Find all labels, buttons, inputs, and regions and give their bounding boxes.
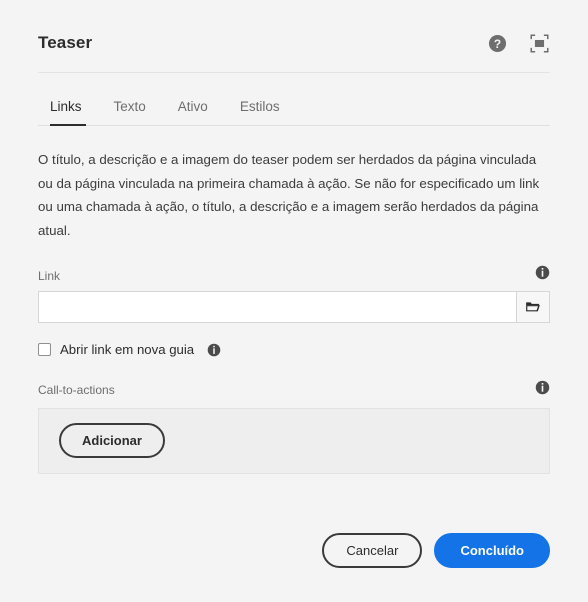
folder-icon[interactable]	[516, 291, 550, 324]
help-circle-icon[interactable]: ?	[486, 32, 508, 54]
page-title: Teaser	[38, 32, 93, 52]
confirm-button[interactable]: Concluído	[434, 533, 550, 568]
description-text: O título, a descrição e a imagem do teas…	[38, 152, 540, 238]
tab-estilos[interactable]: Estilos	[224, 89, 296, 125]
new-tab-checkbox-label[interactable]: Abrir link em nova guia	[60, 342, 194, 357]
info-circle-icon[interactable]	[534, 379, 550, 395]
new-tab-checkbox[interactable]	[38, 343, 51, 357]
link-input[interactable]	[38, 291, 516, 324]
call-to-actions-panel: Adicionar	[38, 407, 550, 474]
fullscreen-icon[interactable]	[528, 32, 550, 54]
cancel-button[interactable]: Cancelar	[322, 533, 423, 568]
tab-texto[interactable]: Texto	[98, 89, 162, 125]
link-input-row	[38, 291, 550, 324]
info-circle-icon[interactable]	[534, 265, 550, 281]
info-circle-icon[interactable]	[206, 342, 221, 357]
header-actions: ?	[486, 32, 550, 54]
tab-bar: Links Texto Ativo Estilos	[38, 73, 550, 126]
dialog-body: O título, a descrição e a imagem do teas…	[0, 126, 588, 533]
dialog-footer: Cancelar Concluído	[0, 533, 588, 602]
tab-links[interactable]: Links	[38, 89, 98, 126]
dialog-header: Teaser ?	[0, 0, 588, 54]
new-tab-checkbox-row: Abrir link em nova guia	[38, 342, 550, 357]
call-to-actions-group: Call-to-actions Adicionar	[38, 380, 550, 474]
link-field-label: Link	[38, 268, 61, 283]
call-to-actions-label: Call-to-actions	[38, 383, 115, 398]
link-field-group: Link	[38, 265, 550, 324]
tab-ativo[interactable]: Ativo	[162, 89, 224, 125]
svg-text:?: ?	[493, 36, 500, 50]
add-cta-button[interactable]: Adicionar	[59, 423, 165, 459]
teaser-dialog: Teaser ? Links Texto Ativo Estilos O tít…	[0, 0, 588, 602]
